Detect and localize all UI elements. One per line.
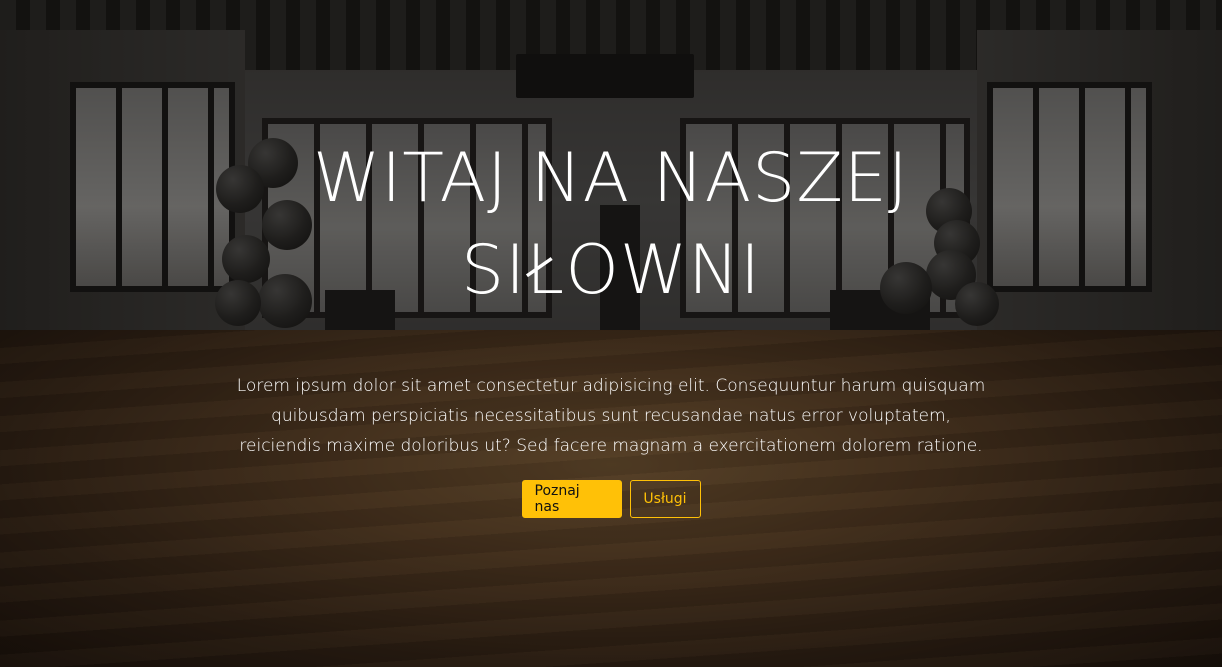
hero-section: WITAJ NA NASZEJ SIŁOWNI Lorem ipsum dolo… <box>0 0 1222 667</box>
services-button[interactable]: Usługi <box>629 480 701 518</box>
about-us-button[interactable]: Poznaj nas <box>521 480 622 518</box>
hero-lead-text: Lorem ipsum dolor sit amet consectetur a… <box>236 376 986 456</box>
hero-title: WITAJ NA NASZEJ SIŁOWNI <box>313 139 909 310</box>
hero-buttons: Poznaj nas Usługi <box>521 480 701 518</box>
